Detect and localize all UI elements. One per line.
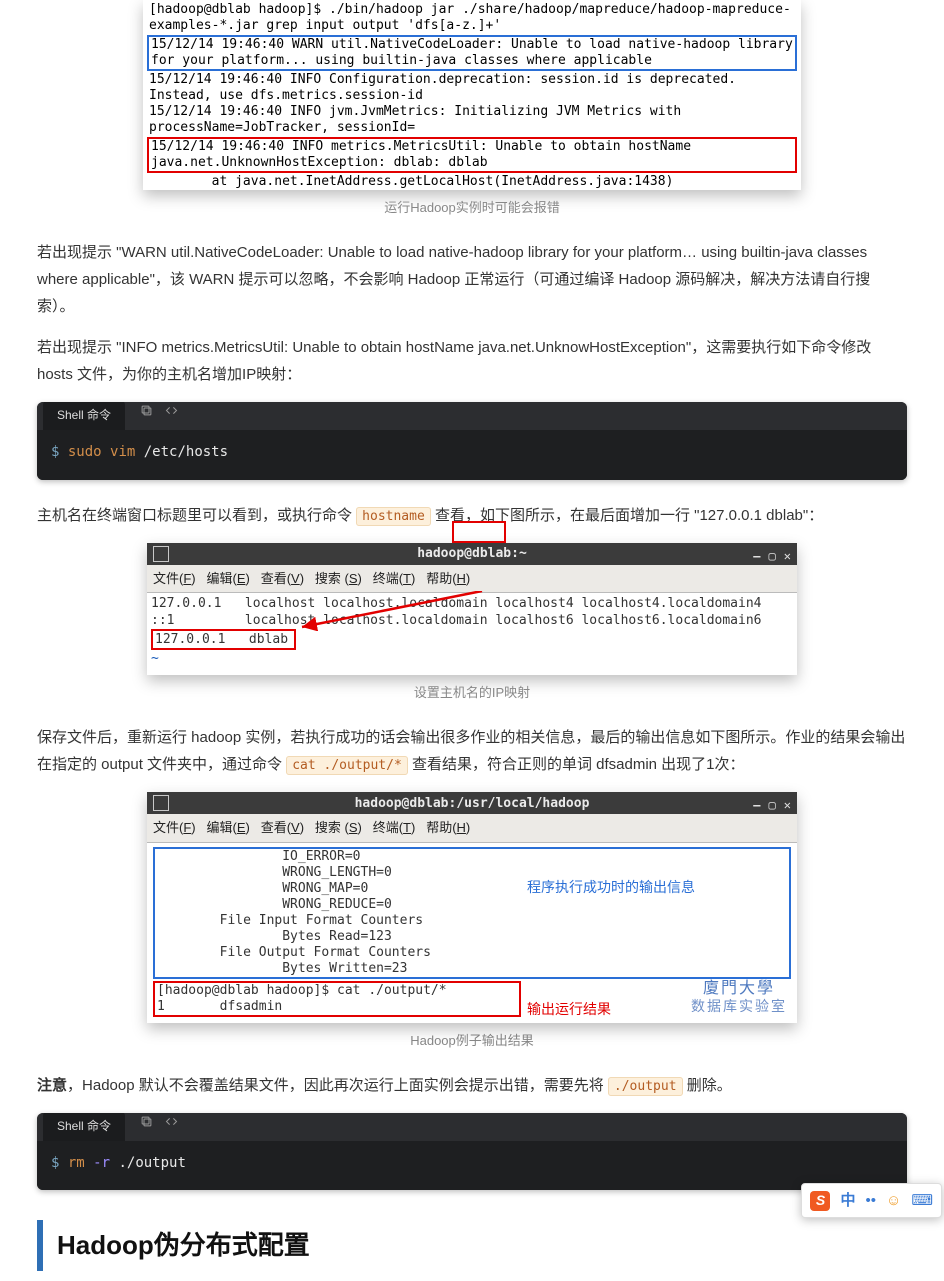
- menu-view[interactable]: 查看(V): [261, 571, 304, 586]
- code-rest: ./output: [110, 1155, 186, 1171]
- code-toggle-icon[interactable]: [164, 402, 179, 426]
- menu-file[interactable]: 文件(F): [153, 571, 196, 586]
- code-rest: /etc/hosts: [135, 444, 228, 460]
- maximize-icon[interactable]: ▢: [769, 795, 776, 817]
- terminal-icon: [153, 795, 169, 811]
- hosts-row1: 127.0.0.1 localhost localhost.localdomai…: [151, 595, 793, 612]
- code-kw: rm: [68, 1155, 85, 1171]
- prompt: $: [51, 444, 59, 460]
- hadoop-warn-terminal: [hadoop@dblab hadoop]$ ./bin/hadoop jar …: [143, 0, 801, 190]
- menu-edit[interactable]: 编辑(E): [206, 571, 249, 586]
- window-title: hadoop@dblab:/usr/local/hadoop: [355, 792, 590, 815]
- code-flag: -r: [93, 1155, 110, 1171]
- hadoop-output-window: hadoop@dblab:/usr/local/hadoop — ▢ ✕ 文件(…: [147, 792, 797, 1022]
- menu-help[interactable]: 帮助(H): [426, 820, 470, 835]
- para-output-intro: 保存文件后，重新运行 hadoop 实例，若执行成功的话会输出很多作业的相关信息…: [37, 724, 907, 778]
- para-hosts-intro: 若出现提示 "INFO metrics.MetricsUtil: Unable …: [37, 334, 907, 388]
- dblab-entry-box: 127.0.0.1 dblab: [151, 629, 296, 650]
- code-body: $ sudo vim /etc/hosts: [37, 430, 907, 479]
- menu-help[interactable]: 帮助(H): [426, 571, 470, 586]
- menu-search[interactable]: 搜索 (S): [315, 571, 362, 586]
- hosts-row2: ::1 localhost localhost.localdomain loca…: [151, 612, 793, 629]
- ime-toolbar[interactable]: S 中 •• ☺ ⌨: [801, 1183, 942, 1218]
- minimize-icon[interactable]: —: [753, 546, 760, 568]
- ime-keyboard-icon[interactable]: ⌨: [911, 1187, 933, 1214]
- code-block-rm: Shell 命令 $ rm -r ./output: [37, 1113, 907, 1190]
- menu-term[interactable]: 终端(T): [373, 820, 416, 835]
- annot-result: 输出运行结果: [527, 1001, 611, 1017]
- menubar: 文件(F) 编辑(E) 查看(V) 搜索 (S) 终端(T) 帮助(H): [147, 565, 797, 593]
- menu-edit[interactable]: 编辑(E): [206, 820, 249, 835]
- code-tab-label: Shell 命令: [43, 1113, 125, 1141]
- terminal-icon: [153, 546, 169, 562]
- watermark: 廈門大學 数据库实验室: [691, 979, 787, 1017]
- code-tab-label: Shell 命令: [43, 402, 125, 430]
- annot-success: 程序执行成功时的输出信息: [527, 879, 695, 895]
- caption-hosts: 设置主机名的IP映射: [37, 681, 907, 704]
- ime-punct-icon[interactable]: ••: [866, 1187, 877, 1214]
- term-cmd: [hadoop@dblab hadoop]$ ./bin/hadoop jar …: [147, 2, 797, 34]
- hostname-highlight-box: [452, 521, 506, 543]
- success-output-box: IO_ERROR=0 WRONG_LENGTH=0 WRONG_MAP=0 WR…: [153, 847, 791, 979]
- code-block-sudo-vim: Shell 命令 $ sudo vim /etc/hosts: [37, 402, 907, 479]
- error-box: 15/12/14 19:46:40 INFO metrics.MetricsUt…: [147, 137, 797, 173]
- sogou-logo-icon[interactable]: S: [810, 1191, 830, 1211]
- close-icon[interactable]: ✕: [784, 795, 791, 817]
- inline-code-cat: cat ./output/*: [286, 756, 408, 775]
- close-icon[interactable]: ✕: [784, 546, 791, 568]
- maximize-icon[interactable]: ▢: [769, 546, 776, 568]
- warn-box: 15/12/14 19:46:40 WARN util.NativeCodeLo…: [147, 35, 797, 71]
- prompt: $: [51, 1155, 59, 1171]
- title-host: dblab:: [472, 546, 519, 561]
- title-tail: ~: [519, 546, 527, 561]
- inline-code-hostname: hostname: [356, 507, 431, 526]
- term-tail: at java.net.InetAddress.getLocalHost(Ine…: [147, 174, 797, 190]
- menu-search[interactable]: 搜索 (S): [315, 820, 362, 835]
- menubar-2: 文件(F) 编辑(E) 查看(V) 搜索 (S) 终端(T) 帮助(H): [147, 814, 797, 842]
- inline-code-output: ./output: [608, 1077, 683, 1096]
- result-output-box: [hadoop@dblab hadoop]$ cat ./output/* 1 …: [153, 981, 521, 1017]
- para-warn-explain: 若出现提示 "WARN util.NativeCodeLoader: Unabl…: [37, 239, 907, 320]
- title-user: hadoop@: [417, 546, 472, 561]
- menu-file[interactable]: 文件(F): [153, 820, 196, 835]
- note-bold: 注意: [37, 1077, 67, 1094]
- caption-warn: 运行Hadoop实例时可能会报错: [37, 196, 907, 219]
- vim-tilde: ~: [151, 650, 793, 667]
- code-body: $ rm -r ./output: [37, 1141, 907, 1190]
- copy-icon[interactable]: [139, 1113, 154, 1137]
- ime-lang-label[interactable]: 中: [840, 1187, 855, 1214]
- caption-output: Hadoop例子输出结果: [37, 1029, 907, 1052]
- minimize-icon[interactable]: —: [753, 795, 760, 817]
- hosts-editor-window: hadoop@dblab:~ — ▢ ✕ 文件(F) 编辑(E) 查看(V) 搜…: [147, 543, 797, 675]
- code-kw: sudo vim: [68, 444, 135, 460]
- term-mid2: 15/12/14 19:46:40 INFO jvm.JvmMetrics: I…: [147, 104, 797, 136]
- copy-icon[interactable]: [139, 402, 154, 426]
- window-titlebar: hadoop@dblab:~ — ▢ ✕: [147, 543, 797, 565]
- ime-emoji-icon[interactable]: ☺: [886, 1187, 901, 1214]
- para-note: 注意，Hadoop 默认不会覆盖结果文件，因此再次运行上面实例会提示出错，需要先…: [37, 1072, 907, 1099]
- term-mid1: 15/12/14 19:46:40 INFO Configuration.dep…: [147, 72, 797, 104]
- code-toggle-icon[interactable]: [164, 1113, 179, 1137]
- menu-view[interactable]: 查看(V): [261, 820, 304, 835]
- menu-term[interactable]: 终端(T): [373, 571, 416, 586]
- window-titlebar-2: hadoop@dblab:/usr/local/hadoop — ▢ ✕: [147, 792, 797, 814]
- section-heading-pseudo-distributed: Hadoop伪分布式配置: [37, 1220, 907, 1271]
